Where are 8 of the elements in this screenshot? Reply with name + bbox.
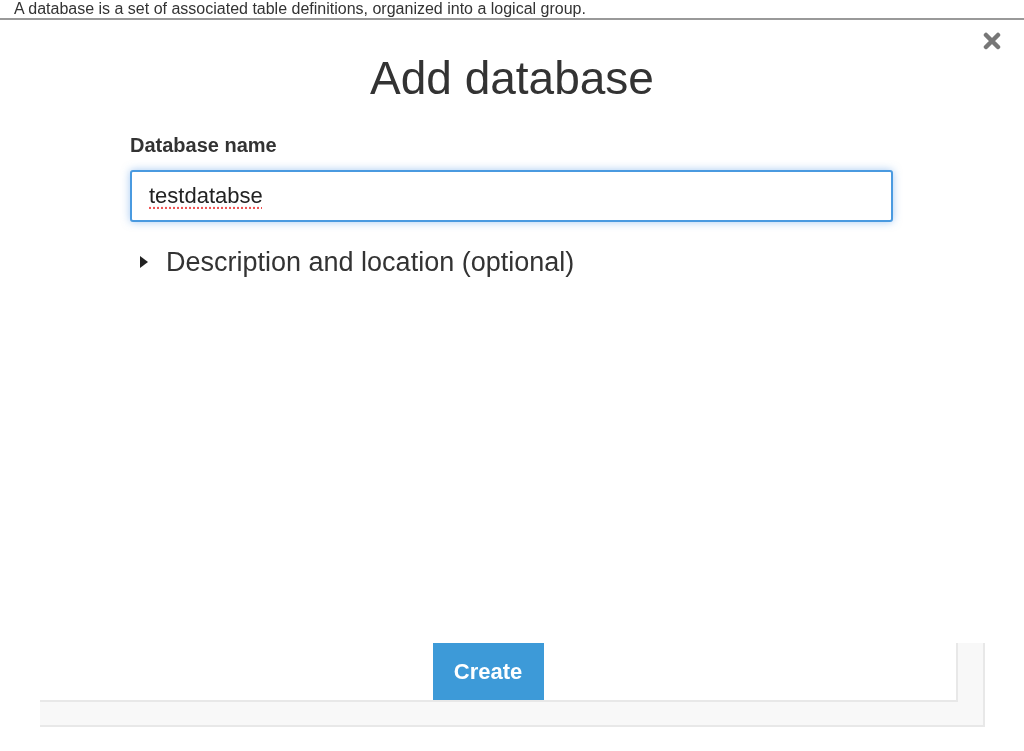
close-button[interactable]	[981, 30, 1003, 52]
dialog-title: Add database	[369, 51, 655, 106]
input-field[interactable]: testdatabse	[130, 170, 893, 222]
description-text: A database is a set of associated table definitions, organized into a logical group.	[14, 0, 586, 18]
expander-toggle[interactable]: Description and location (optional)	[166, 246, 575, 278]
caret-icon[interactable]	[139, 255, 149, 269]
field-label: Database name	[130, 133, 278, 158]
close-icon	[983, 32, 1001, 50]
